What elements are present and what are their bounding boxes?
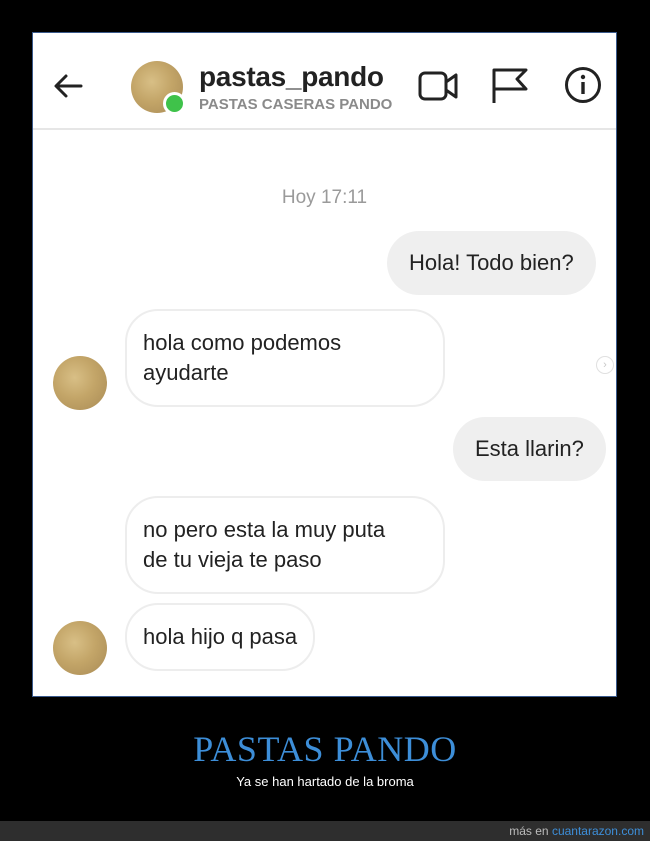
video-call-icon[interactable]: [417, 65, 461, 105]
chat-header: pastas_pando PASTAS CASERAS PANDO: [33, 33, 616, 130]
footer-prefix: más en: [509, 824, 549, 838]
flag-icon[interactable]: [489, 65, 533, 105]
chat-screenshot: pastas_pando PASTAS CASERAS PANDO Hoy 17…: [32, 32, 617, 697]
message-timestamp: Hoy 17:11: [281, 187, 368, 208]
message-text-line: ayudarte: [143, 360, 229, 385]
sender-avatar[interactable]: [53, 621, 107, 675]
caption-title: PASTAS PANDO: [193, 729, 457, 769]
received-message[interactable]: hola como podemos ayudarte: [125, 309, 445, 407]
chat-subtitle: PASTAS CASERAS PANDO: [199, 96, 393, 113]
message-text: Esta llarin?: [475, 436, 584, 461]
received-message[interactable]: hola hijo q pasa: [125, 603, 316, 671]
profile-avatar[interactable]: [131, 61, 186, 115]
online-status-dot: [163, 92, 186, 115]
chat-username[interactable]: pastas_pando: [199, 61, 384, 93]
sent-message[interactable]: Hola! Todo bien?: [387, 231, 596, 295]
footer-bar: más en cuantarazon.com: [0, 821, 650, 841]
footer-text: más en cuantarazon.com: [509, 824, 644, 838]
sent-message[interactable]: Esta llarin?: [453, 417, 606, 481]
site-link[interactable]: cuantarazon.com: [552, 824, 644, 838]
sender-avatar[interactable]: [53, 356, 107, 410]
message-text-line: hola como podemos: [143, 330, 342, 355]
back-arrow-icon[interactable]: [51, 69, 85, 103]
message-text-line: no pero esta la muy puta: [143, 517, 386, 542]
info-icon[interactable]: [563, 65, 603, 105]
message-text: hola hijo q pasa: [143, 624, 298, 649]
message-text: Hola! Todo bien?: [409, 250, 574, 275]
caption-subtitle: Ya se han hartado de la broma: [236, 774, 414, 789]
chevron-right-icon[interactable]: ›: [596, 356, 614, 374]
message-text-line: de tu vieja te paso: [143, 547, 322, 572]
received-message[interactable]: no pero esta la muy puta de tu vieja te …: [125, 496, 445, 594]
